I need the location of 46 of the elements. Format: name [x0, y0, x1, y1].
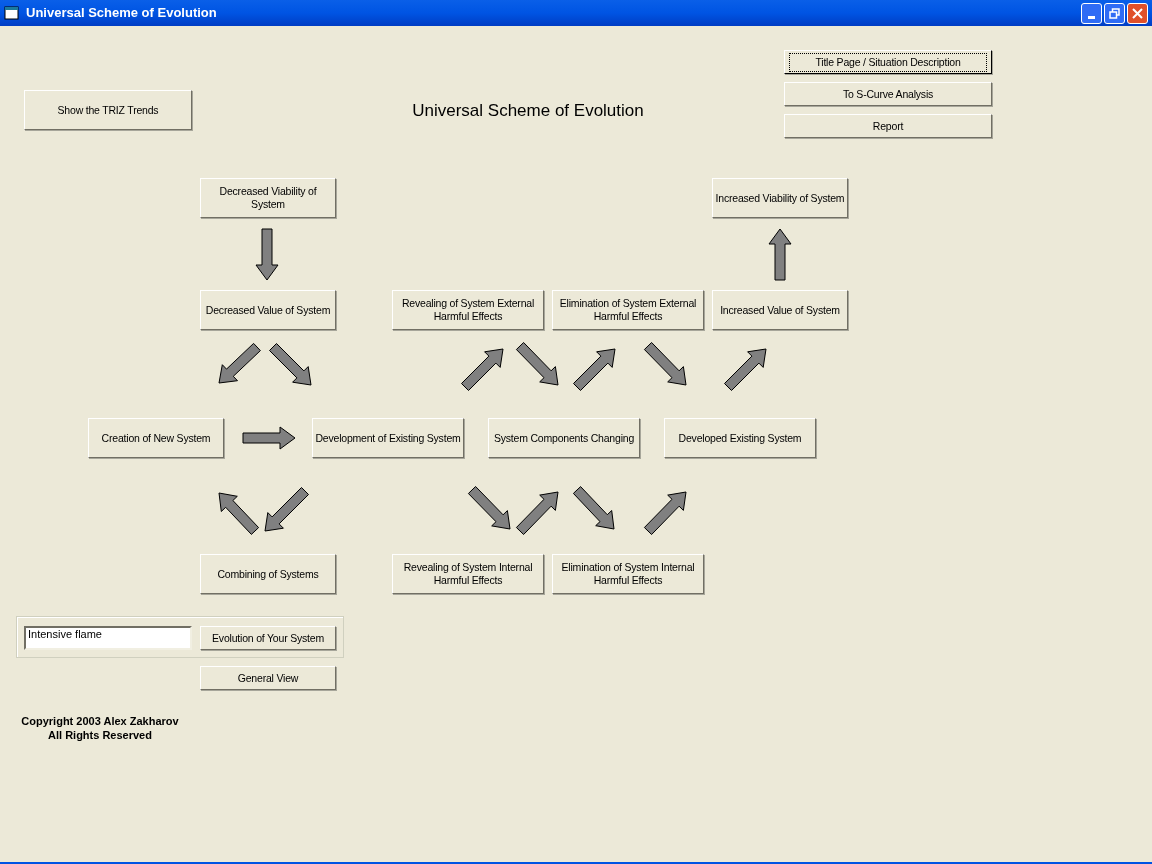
- arrow: [218, 342, 261, 384]
- stage-node[interactable]: Revealing of System External Harmful Effects: [392, 290, 544, 330]
- evolution-button[interactable]: Evolution of Your System: [200, 626, 336, 650]
- stage-node[interactable]: Development of Existing System: [312, 418, 464, 458]
- arrow: [264, 487, 309, 532]
- stage-node[interactable]: Revealing of System Internal Harmful Effects: [392, 554, 544, 594]
- stage-node[interactable]: Elimination of System Internal Harmful Effects: [552, 554, 704, 594]
- nav-button[interactable]: Report: [784, 114, 992, 138]
- nav-button[interactable]: Title Page / Situation Description: [784, 50, 992, 74]
- nav-button[interactable]: To S-Curve Analysis: [784, 82, 992, 106]
- stage-node[interactable]: Creation of New System: [88, 418, 224, 458]
- stage-node[interactable]: Decreased Value of System: [200, 290, 336, 330]
- arrow: [515, 491, 559, 535]
- arrow: [643, 491, 687, 535]
- arrow: [724, 348, 767, 391]
- stage-node[interactable]: Elimination of System External Harmful Effects: [552, 290, 704, 330]
- arrow: [515, 342, 559, 386]
- arrow: [255, 228, 279, 281]
- arrow: [461, 348, 504, 391]
- restore-button[interactable]: [1104, 2, 1125, 24]
- arrow: [467, 486, 511, 530]
- stage-node[interactable]: Increased Viability of System: [712, 178, 848, 218]
- general-view-button[interactable]: General View: [200, 666, 336, 690]
- close-icon: [1132, 7, 1143, 19]
- stage-node[interactable]: Decreased Viability of System: [200, 178, 336, 218]
- arrow: [573, 348, 616, 391]
- arrow: [768, 228, 792, 281]
- arrow: [572, 486, 615, 530]
- trends-button[interactable]: Show the TRIZ Trends: [24, 90, 192, 130]
- stage-node[interactable]: Increased Value of System: [712, 290, 848, 330]
- arrow: [242, 426, 296, 450]
- minimize-button[interactable]: [1081, 2, 1102, 24]
- scheme-heading: Universal Scheme of Evolution: [411, 100, 645, 122]
- restore-icon: [1109, 7, 1120, 19]
- window-icon: [4, 5, 20, 21]
- stage-node[interactable]: System Components Changing: [488, 418, 640, 458]
- arrow: [218, 492, 260, 535]
- copyright-text: All Rights Reserved: [48, 728, 152, 742]
- close-button[interactable]: [1127, 2, 1148, 24]
- copyright-text: Copyright 2003 Alex Zakharov: [21, 714, 179, 728]
- arrow: [269, 343, 312, 386]
- window-title: Universal Scheme of Evolution: [26, 4, 217, 23]
- stage-node[interactable]: Developed Existing System: [664, 418, 816, 458]
- system-name-field[interactable]: Intensive flame: [24, 626, 192, 650]
- arrow: [643, 342, 687, 386]
- stage-node[interactable]: Combining of Systems: [200, 554, 336, 594]
